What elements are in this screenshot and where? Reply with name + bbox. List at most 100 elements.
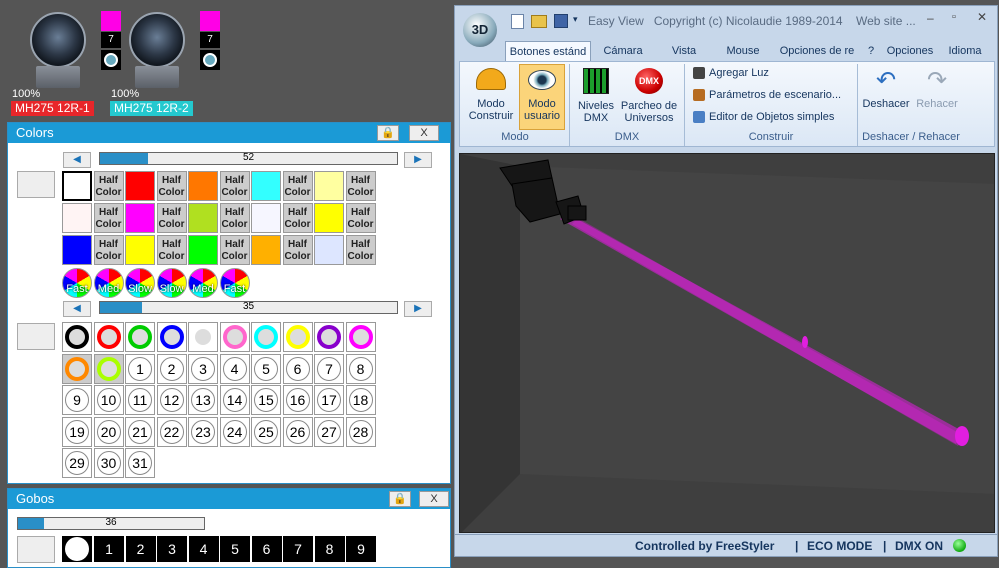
half-color-button[interactable]: Half Color xyxy=(219,203,250,233)
half-color-button[interactable]: Half Color xyxy=(345,235,376,265)
wheel-position-button[interactable]: 27 xyxy=(314,416,344,447)
gobo-button[interactable]: 2 xyxy=(125,536,156,562)
color-wheel-slot[interactable] xyxy=(125,322,155,352)
lock-icon[interactable]: 🔒 xyxy=(389,491,411,507)
half-color-button[interactable]: Half Color xyxy=(345,203,376,233)
wheel-position-button[interactable]: 12 xyxy=(156,385,187,415)
dmx-on-text[interactable]: DMX ON xyxy=(895,535,943,557)
wheel-position-button[interactable]: 11 xyxy=(125,385,155,415)
gobo-button[interactable]: 3 xyxy=(157,536,187,562)
color-wheel-speed-button[interactable]: Slow xyxy=(125,268,155,298)
half-color-button[interactable]: Half Color xyxy=(219,235,250,265)
slider-right-arrow[interactable]: ▶ xyxy=(404,301,432,317)
tab-opciones-render[interactable]: Opciones de re xyxy=(775,41,859,61)
color-swatch[interactable] xyxy=(251,235,281,265)
wheel-position-button[interactable]: 8 xyxy=(345,353,376,384)
lock-icon[interactable]: 🔒 xyxy=(377,125,399,141)
wheel-position-button[interactable]: 16 xyxy=(282,385,313,415)
color-swatch[interactable] xyxy=(62,235,92,265)
half-color-button[interactable]: Half Color xyxy=(93,235,124,265)
gobo-select-button[interactable] xyxy=(17,536,55,563)
half-color-button[interactable]: Half Color xyxy=(93,203,124,233)
3d-viewport[interactable] xyxy=(459,153,995,533)
wheel-position-button[interactable]: 20 xyxy=(93,416,124,447)
close-button[interactable]: X xyxy=(409,125,439,141)
color-wheel-slot[interactable] xyxy=(62,322,92,352)
color-swatch[interactable] xyxy=(314,171,344,201)
color-swatch[interactable] xyxy=(251,171,281,201)
color-wheel-slot[interactable] xyxy=(156,322,187,352)
eco-mode-text[interactable]: ECO MODE xyxy=(807,535,872,557)
deshacer-button[interactable]: ↶ Deshacer xyxy=(861,64,911,130)
wheel-position-button[interactable]: 23 xyxy=(188,416,218,447)
agregar-luz-button[interactable]: Agregar Luz xyxy=(693,67,769,80)
color-swatch[interactable] xyxy=(125,203,155,233)
color-swatch[interactable] xyxy=(62,171,92,201)
tab-camara[interactable]: Cámara xyxy=(595,41,651,61)
close-button[interactable]: X xyxy=(419,491,449,507)
maximize-icon[interactable]: ▫ xyxy=(952,11,956,23)
slider-right-arrow[interactable]: ▶ xyxy=(404,152,432,168)
color-wheel-slot[interactable] xyxy=(93,322,124,352)
slider-left-arrow[interactable]: ◀ xyxy=(63,301,91,317)
color-wheel-slot[interactable] xyxy=(219,322,250,352)
color-swatch[interactable] xyxy=(125,171,155,201)
half-color-button[interactable]: Half Color xyxy=(282,171,313,201)
gobo-button[interactable]: 4 xyxy=(188,536,219,562)
half-color-button[interactable]: Half Color xyxy=(282,235,313,265)
tab-mouse[interactable]: Mouse xyxy=(717,41,769,61)
modo-construir-button[interactable]: Modo Construir xyxy=(467,64,515,130)
color-swatch[interactable] xyxy=(314,235,344,265)
gobo-button[interactable]: 8 xyxy=(314,536,345,562)
color-select-button[interactable] xyxy=(17,171,55,198)
idioma-menu[interactable]: Idioma xyxy=(943,41,987,61)
wheel-position-button[interactable]: 28 xyxy=(345,416,376,447)
wheel-position-button[interactable]: 10 xyxy=(93,385,124,415)
color-swatch[interactable] xyxy=(125,235,155,265)
opciones-menu[interactable]: Opciones xyxy=(881,41,939,61)
wheel-position-button[interactable]: 19 xyxy=(62,416,92,447)
editor-objetos-button[interactable]: Editor de Objetos simples xyxy=(693,111,834,124)
color-swatch[interactable] xyxy=(188,171,218,201)
color-wheel-slot[interactable] xyxy=(251,322,281,352)
parametros-button[interactable]: Parámetros de escenario... xyxy=(693,89,841,102)
gobo-open-button[interactable] xyxy=(62,536,92,562)
color-wheel-slot[interactable] xyxy=(345,322,376,352)
color-slider[interactable]: 52 xyxy=(99,152,398,165)
half-color-button[interactable]: Half Color xyxy=(219,171,250,201)
wheel-position-button[interactable]: 22 xyxy=(156,416,187,447)
niveles-dmx-button[interactable]: Niveles DMX xyxy=(573,64,619,130)
wheel-position-button[interactable]: 3 xyxy=(188,353,218,384)
fixture-1[interactable]: 100% MH275 12R-1 7 xyxy=(0,0,121,120)
wheel-position-button[interactable]: 2 xyxy=(156,353,187,384)
gobo-button[interactable]: 5 xyxy=(220,536,250,562)
open-icon[interactable] xyxy=(531,15,547,28)
wheel-select-button[interactable] xyxy=(17,323,55,350)
color-wheel-slot[interactable] xyxy=(314,322,344,352)
wheel-position-button[interactable]: 29 xyxy=(62,448,92,478)
color-swatch[interactable] xyxy=(251,203,281,233)
wheel-position-button[interactable]: 25 xyxy=(251,416,281,447)
fixture-name[interactable]: MH275 12R-2 xyxy=(110,101,193,116)
wheel-position-button[interactable]: 21 xyxy=(125,416,155,447)
wheel-slider[interactable]: 35 xyxy=(99,301,398,314)
half-color-button[interactable]: Half Color xyxy=(282,203,313,233)
wheel-position-button[interactable]: 30 xyxy=(93,448,124,478)
quick-access-chevron-icon[interactable]: ▾ xyxy=(573,14,578,25)
color-wheel-speed-button[interactable]: Slow xyxy=(156,268,187,298)
help-menu[interactable]: ? xyxy=(863,41,879,61)
fixture-2[interactable]: 100% MH275 12R-2 7 xyxy=(99,0,220,120)
app-logo[interactable]: 3D xyxy=(463,13,497,47)
gobo-slider[interactable]: 36 xyxy=(17,517,205,530)
wheel-position-button[interactable]: 7 xyxy=(314,353,344,384)
tab-botones[interactable]: Botones estánd xyxy=(505,41,591,61)
gobo-button[interactable]: 6 xyxy=(251,536,282,562)
wheel-position-button[interactable]: 9 xyxy=(62,385,92,415)
wheel-position-button[interactable]: 26 xyxy=(282,416,313,447)
save-icon[interactable] xyxy=(554,14,568,28)
wheel-position-button[interactable]: 14 xyxy=(219,385,250,415)
minimize-icon[interactable]: – xyxy=(927,11,934,25)
close-window-icon[interactable]: ✕ xyxy=(977,10,987,24)
wheel-position-button[interactable]: 13 xyxy=(188,385,218,415)
gobo-button[interactable]: 9 xyxy=(346,536,376,562)
